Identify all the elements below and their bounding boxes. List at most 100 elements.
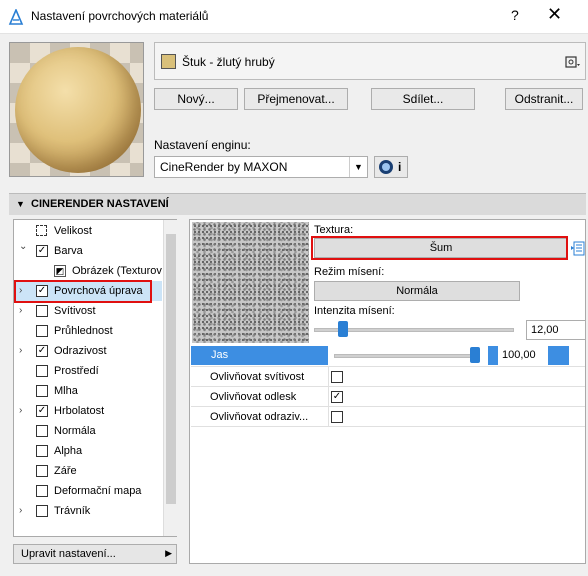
tree-item-label: Barva: [54, 245, 83, 257]
chevron-right-icon[interactable]: ›: [19, 501, 22, 521]
tree-item-label: Povrchová úprava: [54, 285, 143, 297]
texture-label: Textura:: [314, 224, 354, 236]
blend-mode-button[interactable]: Normála: [314, 281, 520, 301]
tree-item-label: Prostředí: [54, 365, 99, 377]
material-selector[interactable]: Štuk - žlutý hrubý: [154, 42, 586, 80]
window-title: Nastavení povrchových materiálů: [31, 9, 209, 23]
chevron-down-icon: ▼: [349, 157, 367, 177]
checkbox[interactable]: [36, 445, 48, 457]
tree-item-label: Záře: [54, 465, 77, 477]
brightness-row[interactable]: Jas: [191, 346, 328, 365]
chevron-right-icon[interactable]: ›: [19, 301, 22, 321]
brightness-spin-left[interactable]: [488, 346, 498, 365]
brightness-input[interactable]: 100,00: [498, 346, 548, 365]
material-swatch: [161, 54, 176, 69]
tree-item-label: Odrazivost: [54, 345, 107, 357]
texture-preview: [192, 222, 309, 343]
material-preview: [9, 42, 144, 177]
tree-item-luminance[interactable]: › Svítivost: [14, 301, 162, 321]
engine-select[interactable]: CineRender by MAXON ▼: [154, 156, 368, 178]
tree-item-displacement[interactable]: Deformační mapa: [14, 481, 162, 501]
checkbox[interactable]: [36, 505, 48, 517]
edit-settings-button[interactable]: Upravit nastavení... ▶: [13, 544, 177, 564]
chevron-right-icon[interactable]: ›: [19, 281, 22, 301]
checkbox[interactable]: [36, 465, 48, 477]
checkbox-checked[interactable]: ✓: [36, 285, 48, 297]
edit-settings-label: Upravit nastavení...: [21, 548, 116, 560]
help-button[interactable]: ?: [511, 7, 519, 23]
brightness-spin-right[interactable]: [548, 346, 569, 365]
brightness-slider-thumb[interactable]: [470, 347, 480, 363]
delete-button[interactable]: Odstranit...: [505, 88, 583, 110]
tree-item-label: Normála: [54, 425, 96, 437]
tree-scrollbar[interactable]: [163, 220, 177, 536]
engine-value: CineRender by MAXON: [160, 160, 288, 174]
checkbox[interactable]: [36, 325, 48, 337]
tree-item-transparency[interactable]: Průhlednost: [14, 321, 162, 341]
checkbox[interactable]: [36, 485, 48, 497]
tree-item-grass[interactable]: › Trávník: [14, 501, 162, 521]
affect-specular-label: Ovlivňovat odlesk: [210, 391, 297, 403]
chevron-right-icon: ▶: [165, 548, 172, 558]
checkbox[interactable]: [36, 425, 48, 437]
tree-item-surface-finish[interactable]: › ✓ Povrchová úprava: [14, 281, 162, 301]
column-divider: [328, 367, 329, 427]
archicad-logo-icon: [8, 9, 24, 25]
affect-specular-checkbox[interactable]: ✓: [331, 391, 343, 403]
brightness-slider-track[interactable]: [334, 354, 480, 358]
intensity-label: Intenzita mísení:: [314, 305, 395, 317]
checkbox-checked[interactable]: ✓: [36, 405, 48, 417]
size-icon: [36, 225, 47, 236]
collapse-icon: ▼: [16, 199, 25, 209]
intensity-input[interactable]: 12,00: [526, 320, 586, 340]
image-icon: ◩: [54, 265, 66, 277]
scroll-thumb[interactable]: [166, 234, 176, 504]
checkbox-checked[interactable]: ✓: [36, 245, 48, 257]
tree-item-glow[interactable]: Záře: [14, 461, 162, 481]
tree-item-image-texture[interactable]: ◩ Obrázek (Texturova: [14, 261, 162, 281]
blend-mode-label: Režim mísení:: [314, 266, 385, 278]
affect-luminance-checkbox[interactable]: [331, 371, 343, 383]
tree-item-reflectance[interactable]: › ✓ Odrazivost: [14, 341, 162, 361]
chevron-right-icon[interactable]: ›: [19, 341, 22, 361]
material-menu-icon[interactable]: [565, 54, 581, 70]
checkbox[interactable]: [36, 385, 48, 397]
tree-item-fog[interactable]: Mlha: [14, 381, 162, 401]
chevron-down-icon[interactable]: ⌄: [19, 241, 27, 257]
engine-info-button[interactable]: i: [374, 156, 408, 178]
checkbox[interactable]: [36, 305, 48, 317]
divider: [191, 406, 585, 407]
tree-item-environment[interactable]: Prostředí: [14, 361, 162, 381]
tree-item-size[interactable]: Velikost: [14, 221, 162, 241]
affect-reflection-label: Ovlivňovat odraziv...: [210, 411, 309, 423]
tree-item-alpha[interactable]: Alpha: [14, 441, 162, 461]
tree-item-color[interactable]: ⌄ ✓ Barva: [14, 241, 162, 261]
info-icon: i: [398, 160, 402, 174]
checkbox[interactable]: [36, 365, 48, 377]
tree-item-bump[interactable]: › ✓ Hrbolatost: [14, 401, 162, 421]
share-button[interactable]: Sdílet...: [371, 88, 475, 110]
intensity-slider-thumb[interactable]: [338, 321, 348, 337]
tree-item-label: Trávník: [54, 505, 91, 517]
texture-button[interactable]: Šum: [314, 238, 568, 258]
rename-button[interactable]: Přejmenovat...: [244, 88, 348, 110]
tree-item-label: Alpha: [54, 445, 83, 457]
tree-item-label: Velikost: [54, 225, 92, 237]
cinerender-section-header[interactable]: ▼ CINERENDER NASTAVENÍ: [9, 193, 586, 215]
affect-luminance-label: Ovlivňovat svítivost: [210, 371, 305, 383]
material-name: Štuk - žlutý hrubý: [182, 55, 275, 69]
checkbox-checked[interactable]: ✓: [36, 345, 48, 357]
tree-item-label: Svítivost: [54, 305, 96, 317]
affect-reflection-checkbox[interactable]: [331, 411, 343, 423]
divider: [191, 366, 585, 367]
chevron-right-icon[interactable]: ›: [19, 401, 22, 421]
channel-tree: Velikost ⌄ ✓ Barva ◩ Obrázek (Texturova › ✓ Povr…: [13, 219, 177, 537]
divider: [191, 386, 585, 387]
tree-item-normal[interactable]: Normála: [14, 421, 162, 441]
new-button[interactable]: Nový...: [154, 88, 238, 110]
texture-link-icon[interactable]: [571, 240, 585, 256]
tree-item-label: Obrázek (Texturova: [72, 265, 162, 277]
close-button[interactable]: ✕: [547, 4, 562, 25]
cinema4d-icon: [379, 160, 393, 174]
texture-panel: Textura: Šum Režim mísení: Normála Inten…: [189, 219, 586, 564]
